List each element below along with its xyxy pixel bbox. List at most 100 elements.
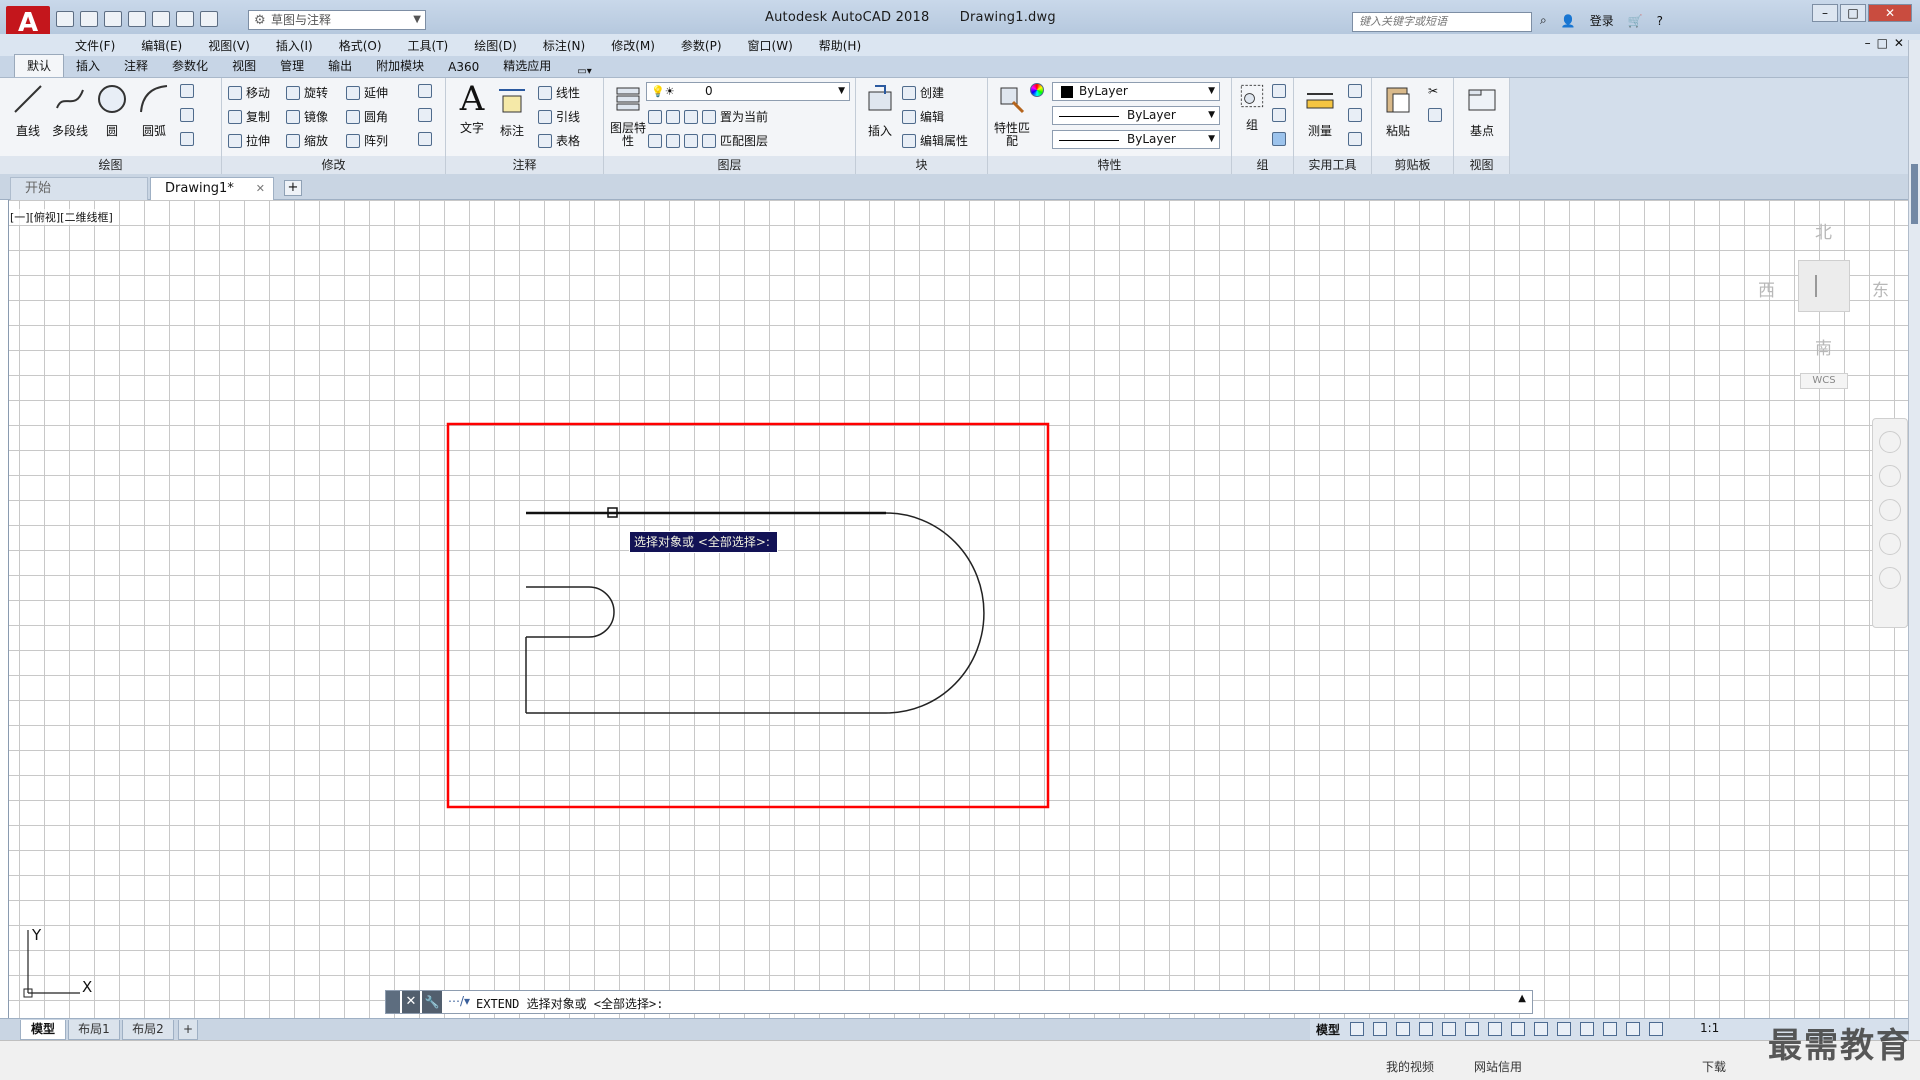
- panel-title-block[interactable]: 块: [856, 156, 987, 174]
- layer-tools-row-1[interactable]: 置为当前: [648, 108, 768, 125]
- menu-draw[interactable]: 绘图(D): [461, 37, 530, 54]
- create-block-tool[interactable]: 创建: [902, 84, 944, 101]
- menu-modify[interactable]: 修改(M): [598, 37, 668, 54]
- viewcube[interactable]: [1798, 260, 1850, 312]
- viewcube-east[interactable]: 东: [1872, 276, 1889, 301]
- calculator-tool[interactable]: [1348, 132, 1362, 146]
- menu-insert[interactable]: 插入(I): [263, 37, 326, 54]
- base-view-tool[interactable]: 基点: [1460, 82, 1504, 139]
- user-icon[interactable]: 👤: [1561, 14, 1576, 28]
- command-line-grip[interactable]: [386, 991, 400, 1013]
- binoculars-icon[interactable]: ⌕: [1540, 13, 1547, 28]
- close-icon[interactable]: ✕: [256, 178, 265, 200]
- redo-icon[interactable]: [200, 11, 218, 27]
- menu-parametric[interactable]: 参数(P): [668, 37, 735, 54]
- move-tool[interactable]: 移动: [228, 84, 270, 101]
- new-tab-button[interactable]: +: [284, 180, 302, 196]
- leader-tool[interactable]: 引线: [538, 108, 580, 125]
- tab-parametric[interactable]: 参数化: [160, 55, 220, 77]
- workspace-select[interactable]: ⚙ 草图与注释 ▼: [248, 10, 426, 30]
- isodraft-icon[interactable]: [1488, 1022, 1502, 1036]
- tab-model[interactable]: 模型: [20, 1020, 66, 1040]
- group-tool[interactable]: 组: [1234, 82, 1270, 133]
- taskbar-video[interactable]: 我的视频: [1386, 1058, 1434, 1075]
- cart-icon[interactable]: 🛒: [1628, 14, 1643, 28]
- wrench-icon[interactable]: 🔧: [422, 991, 442, 1013]
- layer-properties-tool[interactable]: 图层特性: [606, 82, 650, 148]
- panel-title-annotation[interactable]: 注释: [446, 156, 603, 174]
- dimension-tool[interactable]: 标注: [490, 82, 534, 139]
- panel-title-properties[interactable]: 特性: [988, 156, 1231, 174]
- paste-tool[interactable]: 粘贴: [1376, 82, 1420, 139]
- viewcube-north[interactable]: 北: [1815, 218, 1832, 243]
- taskbar-download[interactable]: 下载: [1702, 1058, 1726, 1075]
- menu-help[interactable]: 帮助(H): [806, 37, 874, 54]
- login-link[interactable]: 登录: [1590, 12, 1614, 29]
- group-edit-tool[interactable]: [1272, 108, 1286, 122]
- close-button[interactable]: ✕: [1868, 4, 1912, 22]
- id-point-tool[interactable]: [1348, 108, 1362, 122]
- lineweight-dropdown[interactable]: ByLayer ▼: [1052, 130, 1220, 149]
- open-file-icon[interactable]: [80, 11, 98, 27]
- panel-title-clipboard[interactable]: 剪贴板: [1372, 156, 1453, 174]
- maximize-button[interactable]: □: [1840, 4, 1866, 22]
- polar-icon[interactable]: [1465, 1022, 1479, 1036]
- layer-dropdown[interactable]: 💡☀ 0 ▼: [646, 82, 850, 101]
- vertical-scrollbar[interactable]: [1908, 40, 1920, 1040]
- minimize-button[interactable]: –: [1812, 4, 1838, 22]
- edit-attributes-tool[interactable]: 编辑属性: [902, 132, 968, 149]
- menu-dimension[interactable]: 标注(N): [530, 37, 598, 54]
- pan-icon[interactable]: [1879, 465, 1901, 487]
- tab-featured-apps[interactable]: 精选应用: [491, 55, 563, 77]
- scrollbar-thumb[interactable]: [1911, 164, 1918, 224]
- linetype-dropdown[interactable]: ByLayer ▼: [1052, 106, 1220, 125]
- copy-tool[interactable]: 复制: [228, 108, 270, 125]
- close-icon[interactable]: ✕: [402, 991, 420, 1013]
- search-input[interactable]: 键入关键字或短语: [1352, 12, 1532, 32]
- save-icon[interactable]: [104, 11, 122, 27]
- rotate-tool[interactable]: 旋转: [286, 84, 328, 101]
- array-tool[interactable]: 阵列: [346, 132, 388, 149]
- grid-icon[interactable]: [1350, 1022, 1364, 1036]
- tab-layout2[interactable]: 布局2: [122, 1020, 174, 1040]
- offset-tool[interactable]: [418, 132, 432, 146]
- measure-tool[interactable]: 测量: [1298, 82, 1342, 139]
- showmotion-icon[interactable]: [1879, 567, 1901, 589]
- stretch-tool[interactable]: 拉伸: [228, 132, 270, 149]
- erase-tool[interactable]: [418, 84, 432, 98]
- explode-tool[interactable]: [418, 108, 432, 122]
- arc-tool[interactable]: 圆弧: [132, 82, 176, 139]
- wcs-menu[interactable]: WCS: [1800, 373, 1848, 389]
- color-wheel-icon[interactable]: [1030, 83, 1044, 97]
- add-layout-button[interactable]: +: [178, 1020, 198, 1040]
- object-snap-tracking-icon[interactable]: [1511, 1022, 1525, 1036]
- quick-select-tool[interactable]: [1348, 84, 1362, 98]
- mirror-tool[interactable]: 镜像: [286, 108, 328, 125]
- panel-title-layers[interactable]: 图层: [604, 156, 855, 174]
- annotation-scale-icon[interactable]: [1649, 1022, 1663, 1036]
- annotation-visibility-icon[interactable]: [1603, 1022, 1617, 1036]
- orbit-icon[interactable]: [1879, 533, 1901, 555]
- tab-manage[interactable]: 管理: [268, 55, 316, 77]
- ribbon-options-icon[interactable]: ▭▾: [563, 66, 591, 77]
- model-space-toggle[interactable]: 模型: [1316, 1021, 1340, 1038]
- auto-scale-icon[interactable]: [1626, 1022, 1640, 1036]
- transparency-icon[interactable]: [1580, 1022, 1594, 1036]
- panel-title-modify[interactable]: 修改: [222, 156, 445, 174]
- ungroup-tool[interactable]: [1272, 84, 1286, 98]
- menu-format[interactable]: 格式(O): [326, 37, 395, 54]
- new-file-icon[interactable]: [56, 11, 74, 27]
- tab-insert[interactable]: 插入: [64, 55, 112, 77]
- undo-icon[interactable]: [176, 11, 194, 27]
- menu-tools[interactable]: 工具(T): [395, 37, 462, 54]
- text-tool[interactable]: A 文字: [450, 82, 494, 136]
- line-tool[interactable]: 直线: [6, 82, 50, 139]
- ellipse-tool[interactable]: [180, 108, 194, 122]
- infer-constraints-icon[interactable]: [1396, 1022, 1410, 1036]
- menu-edit[interactable]: 编辑(E): [128, 37, 195, 54]
- layer-tools-row-2[interactable]: 匹配图层: [648, 132, 768, 149]
- ortho-icon[interactable]: [1442, 1022, 1456, 1036]
- tab-drawing1[interactable]: Drawing1* ✕: [150, 177, 274, 200]
- viewport-controls[interactable]: [一][俯视][二维线框]: [10, 209, 113, 225]
- tab-annotate[interactable]: 注释: [112, 55, 160, 77]
